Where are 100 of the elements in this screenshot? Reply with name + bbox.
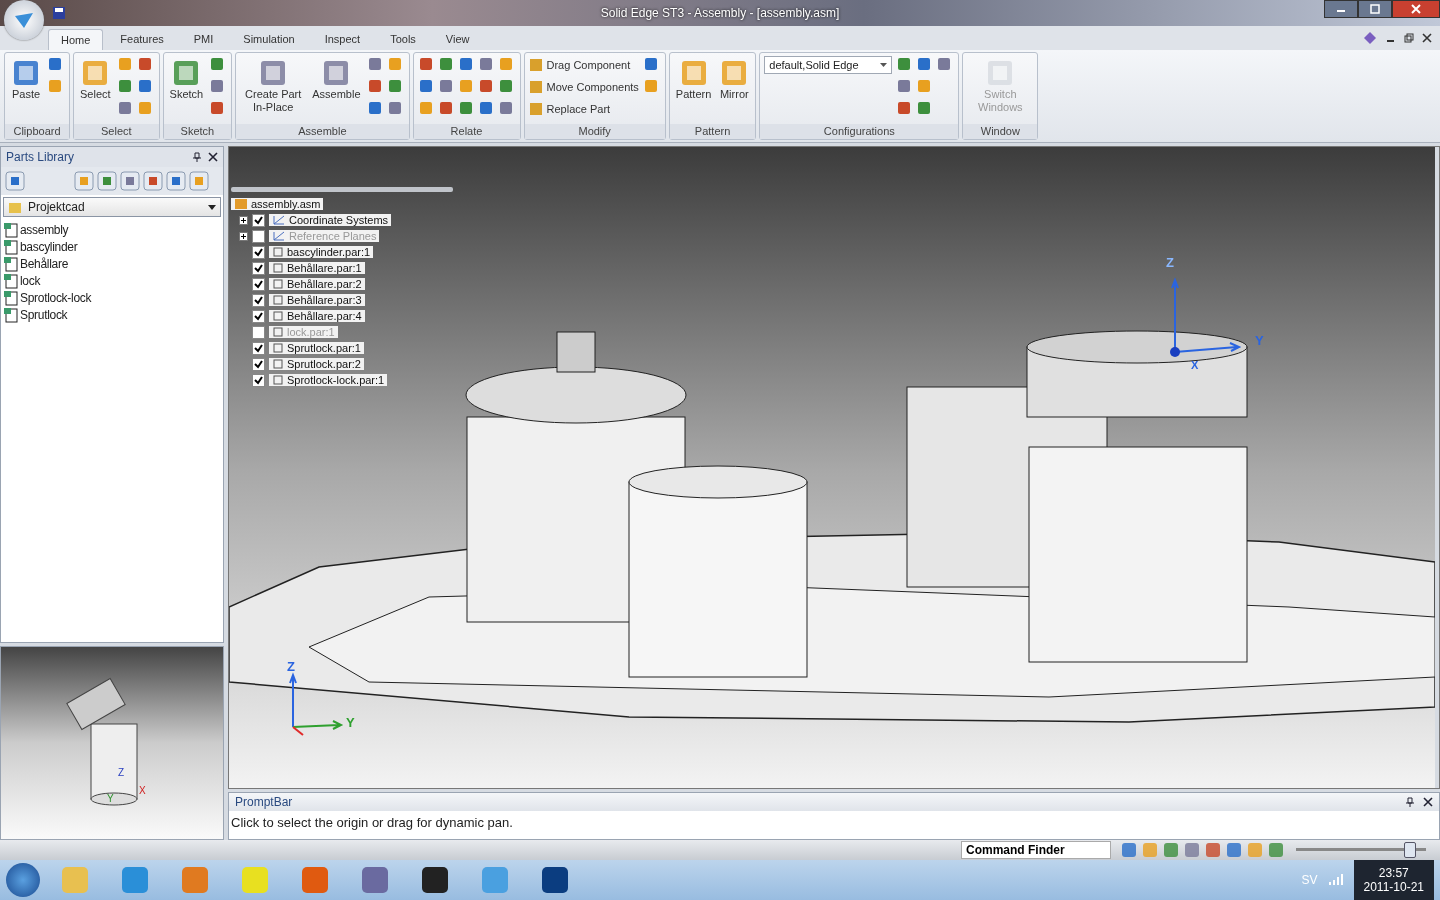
tree-item[interactable]: Behållare.par:2	[269, 278, 365, 290]
file-item[interactable]: Sprotlock-lock	[3, 289, 221, 306]
view-tool-icon[interactable]	[1225, 841, 1243, 859]
tool-icon[interactable]	[417, 78, 434, 94]
tool-icon[interactable]	[457, 100, 474, 116]
view-tool-icon[interactable]	[1120, 841, 1138, 859]
tool-icon[interactable]	[477, 78, 494, 94]
tool-icon[interactable]	[209, 100, 226, 116]
configuration-dropdown[interactable]: default,Solid Edge	[764, 56, 893, 74]
command-finder-field[interactable]: Command Finder	[961, 841, 1111, 859]
ribbon-tab[interactable]: Tools	[377, 28, 429, 50]
ribbon-tab[interactable]: PMI	[180, 28, 227, 50]
start-button[interactable]	[6, 863, 40, 897]
tool-icon[interactable]	[497, 56, 514, 72]
tool-icon[interactable]	[386, 78, 403, 94]
close-icon[interactable]	[1423, 797, 1433, 807]
tree-item[interactable]: Sprotlock-lock.par:1	[269, 374, 388, 386]
tool-icon[interactable]	[437, 78, 454, 94]
toolbar-icon[interactable]	[120, 171, 140, 191]
tool-icon[interactable]	[477, 100, 494, 116]
file-item[interactable]: assembly	[3, 221, 221, 238]
save-icon[interactable]	[52, 6, 66, 20]
tool-icon[interactable]	[896, 78, 913, 94]
tree-item[interactable]: bascylinder.par:1	[269, 246, 374, 258]
tool-icon[interactable]	[209, 56, 226, 72]
tool-icon[interactable]	[366, 78, 383, 94]
tree-item[interactable]: Sprutlock.par:1	[269, 342, 364, 354]
tool-icon[interactable]	[47, 78, 63, 94]
file-item[interactable]: Behållare	[3, 255, 221, 272]
tool-icon[interactable]	[457, 78, 474, 94]
tool-icon[interactable]	[366, 56, 383, 72]
expand-toggle[interactable]	[239, 231, 248, 241]
ribbon-button[interactable]: Assemble	[310, 56, 363, 103]
ribbon-button[interactable]: Select	[78, 56, 113, 103]
ribbon-button[interactable]: Sketch	[167, 56, 206, 103]
tool-icon[interactable]	[366, 100, 383, 116]
toolbar-icon[interactable]	[5, 171, 25, 191]
tool-icon[interactable]	[47, 56, 63, 72]
maximize-button[interactable]	[1358, 0, 1392, 18]
tool-icon[interactable]	[457, 56, 474, 72]
tool-icon[interactable]	[936, 56, 953, 72]
tool-icon[interactable]	[916, 100, 933, 116]
close-button[interactable]	[1392, 0, 1440, 18]
ribbon-button[interactable]: Pattern	[673, 56, 714, 103]
tool-icon[interactable]	[386, 56, 403, 72]
ribbon-tab[interactable]: Home	[48, 29, 104, 50]
tree-root[interactable]: assembly.asm	[231, 198, 324, 210]
tree-item[interactable]: Behållare.par:3	[269, 294, 365, 306]
file-item[interactable]: bascylinder	[3, 238, 221, 255]
tree-item[interactable]: Behållare.par:4	[269, 310, 365, 322]
tree-item[interactable]: Coordinate Systems	[269, 214, 392, 226]
tool-icon[interactable]	[497, 100, 514, 116]
tool-icon[interactable]	[417, 56, 434, 72]
tool-icon[interactable]	[916, 78, 933, 94]
ribbon-command[interactable]: Move Components	[528, 78, 639, 96]
tool-icon[interactable]	[116, 56, 133, 72]
tool-icon[interactable]	[477, 56, 494, 72]
view-tool-icon[interactable]	[1204, 841, 1222, 859]
folder-dropdown[interactable]: Projektcad	[3, 197, 221, 217]
tool-icon[interactable]	[116, 78, 133, 94]
tool-icon[interactable]	[136, 56, 153, 72]
tool-icon[interactable]	[642, 56, 659, 72]
ribbon-tab[interactable]: View	[432, 28, 483, 50]
tool-icon[interactable]	[896, 56, 913, 72]
file-item[interactable]: Sprutlock	[3, 306, 221, 323]
tool-icon[interactable]	[916, 56, 933, 72]
ribbon-command[interactable]: Replace Part	[528, 100, 639, 118]
close-icon[interactable]	[1422, 33, 1432, 43]
pin-icon[interactable]	[192, 152, 202, 162]
tree-item[interactable]: Sprutlock.par:2	[269, 358, 364, 370]
tool-icon[interactable]	[437, 56, 454, 72]
tool-icon[interactable]	[136, 78, 153, 94]
application-button[interactable]	[4, 0, 44, 40]
ribbon-button[interactable]: Create Part In-Place	[240, 56, 307, 116]
ribbon-tab[interactable]: Features	[107, 28, 177, 50]
tool-icon[interactable]	[497, 78, 514, 94]
ribbon-tab[interactable]: Inspect	[311, 28, 374, 50]
restore-icon[interactable]	[1404, 33, 1414, 43]
ribbon-command[interactable]: Drag Component	[528, 56, 639, 74]
pin-icon[interactable]	[1405, 797, 1415, 807]
toolbar-icon[interactable]	[97, 171, 117, 191]
close-icon[interactable]	[208, 152, 218, 162]
file-item[interactable]: lock	[3, 272, 221, 289]
tool-icon[interactable]	[209, 78, 226, 94]
minimize-button[interactable]	[1324, 0, 1358, 18]
zoom-slider-thumb[interactable]	[1404, 842, 1417, 858]
tool-icon[interactable]	[642, 78, 659, 94]
ribbon-tab[interactable]: Simulation	[230, 28, 308, 50]
view-tool-icon[interactable]	[1267, 841, 1285, 859]
tree-item[interactable]: Behållare.par:1	[269, 262, 365, 274]
tool-icon[interactable]	[896, 100, 913, 116]
toolbar-icon[interactable]	[143, 171, 163, 191]
expand-toggle[interactable]	[239, 215, 248, 225]
help-icon[interactable]	[1362, 31, 1378, 45]
toolbar-icon[interactable]	[166, 171, 186, 191]
view-tool-icon[interactable]	[1183, 841, 1201, 859]
view-tool-icon[interactable]	[1162, 841, 1180, 859]
ribbon-button[interactable]: Paste	[9, 56, 43, 103]
tool-icon[interactable]	[437, 100, 454, 116]
ribbon-button[interactable]: Mirror	[717, 56, 752, 103]
